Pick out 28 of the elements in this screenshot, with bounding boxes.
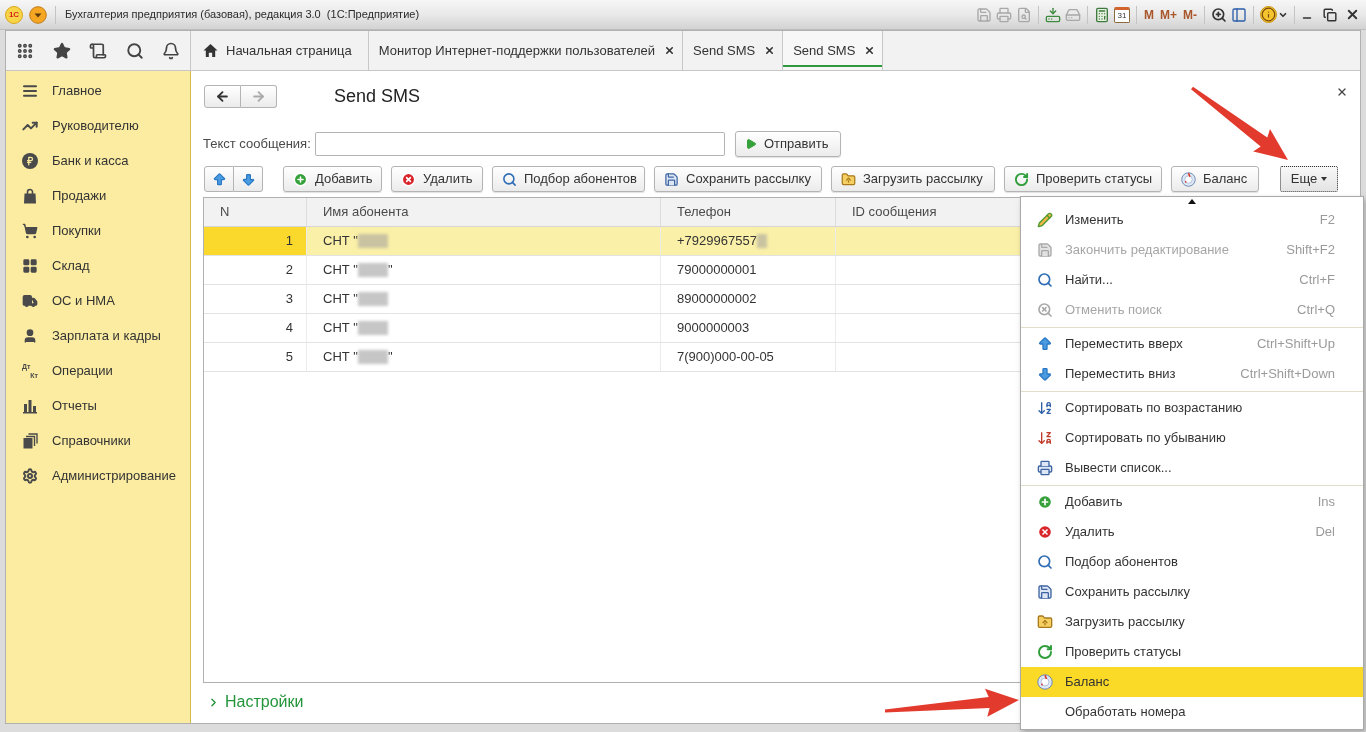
- window-title: Бухгалтерия предприятия (базовая), редакция 3.0 (1С:Предприятие): [65, 7, 420, 23]
- phone-cell-text: +7929967557: [677, 232, 757, 251]
- column-header: Имя абонента: [322, 203, 409, 222]
- subscriber-name: СНТ ": [323, 319, 358, 338]
- phone-cell-text: 79000000001: [677, 261, 757, 280]
- row-number-cell-text: 1: [285, 232, 293, 251]
- row-number-cell-text: 2: [285, 261, 293, 280]
- shortcut-hint: Ins: [1317, 493, 1335, 512]
- phone-cell-text: 89000000002: [677, 290, 757, 309]
- subscriber-name: СНТ ": [323, 348, 358, 367]
- phone-cell-text: 7(900)000-00-05: [677, 348, 774, 367]
- phone-cell-text: 9000000003: [677, 319, 750, 338]
- message-label: Текст сообщения:: [203, 134, 312, 153]
- row-number-cell-text: 3: [285, 290, 293, 309]
- subscriber-name: СНТ ": [323, 232, 358, 251]
- row-number-cell-text: 5: [285, 348, 293, 367]
- row-number-cell-text: 4: [285, 319, 293, 338]
- subscriber-name-end: ": [387, 348, 393, 367]
- column-header: N: [219, 203, 230, 222]
- column-header: ID сообщения: [851, 203, 937, 222]
- subscriber-name-end: ": [387, 261, 393, 280]
- app-logo: 1С: [5, 5, 23, 24]
- form-title: Send SMS: [334, 85, 421, 108]
- subscriber-name: СНТ ": [323, 261, 358, 280]
- subscriber-name: СНТ ": [323, 290, 358, 309]
- shortcut-hint: F2: [1319, 211, 1335, 230]
- column-header: Телефон: [676, 203, 731, 222]
- shortcut-hint: Del: [1315, 523, 1335, 542]
